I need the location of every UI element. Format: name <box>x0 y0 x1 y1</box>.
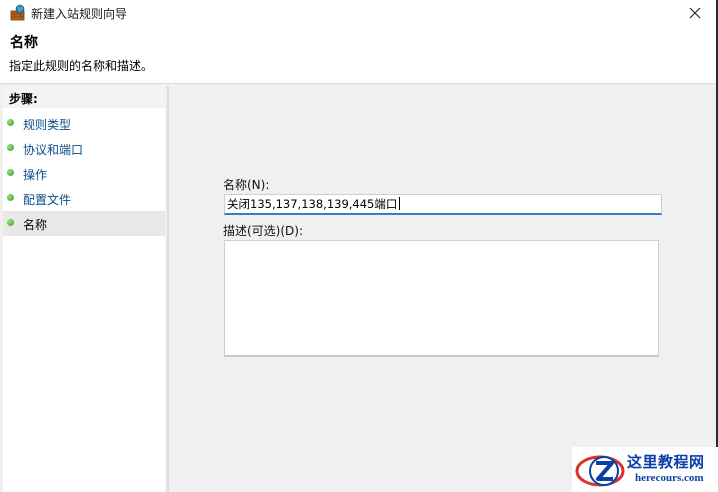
title-bar: 新建入站规则向导 <box>0 0 716 26</box>
close-button[interactable] <box>682 1 708 25</box>
page-header: 名称 指定此规则的名称和描述。 <box>0 26 716 84</box>
step-label: 规则类型 <box>23 118 72 132</box>
step-status-icon <box>7 144 14 151</box>
step-status-icon <box>7 169 14 176</box>
steps-sidebar: 步骤: 规则类型 协议和端口 操作 配置文件 名称 <box>3 86 165 492</box>
step-status-icon <box>7 219 14 226</box>
name-input-value: 关闭135,137,138,139,445端口 <box>227 197 398 211</box>
steps-heading-label: 步骤: <box>9 92 38 106</box>
site-logo-icon <box>575 455 625 487</box>
step-action[interactable]: 操作 <box>3 161 165 186</box>
step-label: 操作 <box>23 168 48 182</box>
description-textarea[interactable] <box>224 240 659 357</box>
step-status-icon <box>7 119 14 126</box>
description-field-label: 描述(可选)(D): <box>223 224 304 238</box>
watermark-url: herecours.com <box>635 472 704 484</box>
text-caret <box>399 197 401 210</box>
close-icon <box>689 7 701 19</box>
page-title: 名称 <box>10 35 38 51</box>
name-field-label: 名称(N): <box>223 178 270 192</box>
step-protocol-and-ports[interactable]: 协议和端口 <box>3 136 165 161</box>
site-watermark: 这里教程网 herecours.com <box>572 447 718 492</box>
step-profile[interactable]: 配置文件 <box>3 186 165 211</box>
step-label: 名称 <box>23 218 48 232</box>
wizard-window: 新建入站规则向导 名称 指定此规则的名称和描述。 步骤: 规则类型 协议和端口 … <box>0 0 718 492</box>
page-subtitle: 指定此规则的名称和描述。 <box>9 59 154 73</box>
step-label: 协议和端口 <box>23 143 84 157</box>
watermark-chinese: 这里教程网 <box>627 453 705 471</box>
steps-heading: 步骤: <box>3 86 165 108</box>
window-title: 新建入站规则向导 <box>31 7 128 21</box>
name-input[interactable]: 关闭135,137,138,139,445端口 <box>224 194 662 215</box>
step-label: 配置文件 <box>23 193 72 207</box>
sidebar-divider <box>167 86 169 492</box>
firewall-app-icon <box>10 4 25 21</box>
step-rule-type[interactable]: 规则类型 <box>3 111 165 136</box>
step-name[interactable]: 名称 <box>3 211 165 236</box>
step-status-icon <box>7 194 14 201</box>
